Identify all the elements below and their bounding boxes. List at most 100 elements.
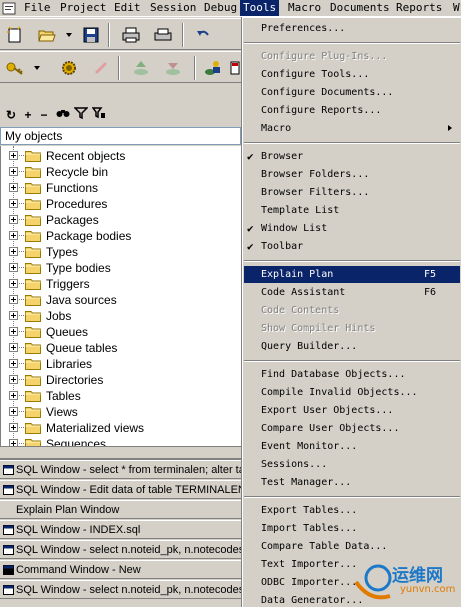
refresh-icon[interactable]: ↻ [4,107,18,123]
menu-item-event-monitor[interactable]: Event Monitor... [244,438,460,455]
menu-item-code-assistant[interactable]: Code Assistant F6 [244,284,460,301]
tree-item[interactable]: Package bodies [1,228,241,244]
menu-item-configure-reports[interactable]: Configure Reports... [244,102,460,119]
menu-item-sessions[interactable]: Sessions... [244,456,460,473]
menu-session[interactable]: Session [147,0,199,16]
menu-w[interactable]: W [450,0,461,16]
menu-item-query-builder[interactable]: Query Builder... [244,338,460,355]
menu-file[interactable]: File [21,0,54,16]
menu-item-find-database-objects[interactable]: Find Database Objects... [244,366,460,383]
expand-icon[interactable] [9,423,18,432]
tree-item[interactable]: Packages [1,212,241,228]
filter-options-icon[interactable] [91,107,106,123]
menu-edit[interactable]: Edit [111,0,144,16]
menu-item-browser[interactable]: ✔ Browser [244,148,460,165]
menu-item-explain-plan[interactable]: Explain Plan F5 [244,266,460,283]
menu-macro[interactable]: Macro [285,0,324,16]
expand-icon[interactable] [9,263,18,272]
window-list-item[interactable]: Command Window - New [0,560,241,579]
expand-icon[interactable] [9,279,18,288]
expand-icon[interactable] [9,391,18,400]
tree-item[interactable]: Views [1,404,241,420]
expand-icon[interactable] [9,183,18,192]
tree-item[interactable]: Libraries [1,356,241,372]
menu-item-browser-folders[interactable]: Browser Folders... [244,166,460,183]
menu-item-export-user-objects[interactable]: Export User Objects... [244,402,460,419]
print-icon[interactable] [120,24,142,46]
expand-icon[interactable] [9,215,18,224]
open-icon[interactable] [36,24,58,46]
expand-icon[interactable] [9,199,18,208]
expand-icon[interactable] [9,359,18,368]
tree-item[interactable]: Materialized views [1,420,241,436]
menu-item-test-manager[interactable]: Test Manager... [244,474,460,491]
tree-item[interactable]: Type bodies [1,260,241,276]
menu-item-label: Show Compiler Hints [261,323,376,334]
menu-item-configure-documents[interactable]: Configure Documents... [244,84,460,101]
expand-icon[interactable] [9,375,18,384]
window-list-item[interactable]: Explain Plan Window [0,500,241,519]
expand-icon[interactable] [9,343,18,352]
menu-item-window-list[interactable]: ✔ Window List [244,220,460,237]
expand-icon[interactable] [9,407,18,416]
menu-separator [244,142,460,144]
menu-reports[interactable]: Reports [393,0,445,16]
menu-item-compare-user-objects[interactable]: Compare User Objects... [244,420,460,437]
expand-icon[interactable] [9,167,18,176]
menu-documents[interactable]: Documents [327,0,393,16]
window-list-item[interactable]: SQL Window - INDEX.sql [0,520,241,539]
menu-item-template-list[interactable]: Template List [244,202,460,219]
menu-item-export-tables[interactable]: Export Tables... [244,502,460,519]
window-list-item[interactable]: SQL Window - select n.noteid_pk, n.notec… [0,580,241,599]
expand-icon[interactable] [9,231,18,240]
expand-icon[interactable] [9,151,18,160]
menu-item-compile-invalid-objects[interactable]: Compile Invalid Objects... [244,384,460,401]
add-icon[interactable]: + [21,107,35,123]
expand-icon[interactable] [9,327,18,336]
window-list-item[interactable]: SQL Window - select n.noteid_pk, n.notec… [0,540,241,559]
menu-item-toolbar[interactable]: ✔ Toolbar [244,238,460,255]
object-filter-select[interactable]: My objects [0,127,241,145]
tree-item[interactable]: Types [1,244,241,260]
tree-item[interactable]: Sequences [1,436,241,446]
menu-item-import-tables[interactable]: Import Tables... [244,520,460,537]
tree-item[interactable]: Queues [1,324,241,340]
tree-item[interactable]: Java sources [1,292,241,308]
tree-item[interactable]: Queue tables [1,340,241,356]
execute-gear-icon[interactable] [58,57,80,79]
database-user-icon[interactable] [202,57,224,79]
tree-item[interactable]: Procedures [1,196,241,212]
find-icon[interactable] [56,107,70,123]
menu-item-configure-tools[interactable]: Configure Tools... [244,66,460,83]
new-icon[interactable] [4,24,26,46]
tree-item[interactable]: Directories [1,372,241,388]
print-setup-icon[interactable] [152,24,174,46]
expand-icon[interactable] [9,295,18,304]
expand-icon[interactable] [9,439,18,446]
remove-icon[interactable]: − [37,107,51,123]
filter-icon[interactable] [73,107,89,123]
expand-icon[interactable] [9,247,18,256]
tree-scrollbar[interactable] [0,446,241,458]
tree-item[interactable]: Recent objects [1,148,241,164]
menu-debug[interactable]: Debug [201,0,240,16]
window-list-item[interactable]: SQL Window - Edit data of table TERMINAL… [0,480,241,499]
menu-item-browser-filters[interactable]: Browser Filters... [244,184,460,201]
tree-item[interactable]: Jobs [1,308,241,324]
tree-item[interactable]: Recycle bin [1,164,241,180]
tree-item[interactable]: Triggers [1,276,241,292]
open-dropdown-icon[interactable] [66,33,72,37]
undo-icon[interactable] [192,24,214,46]
menu-project[interactable]: Project [57,0,109,16]
menu-item-label: Compare User Objects... [261,423,400,434]
menu-tools[interactable]: Tools [240,0,280,16]
save-icon[interactable] [80,24,102,46]
tree-item[interactable]: Tables [1,388,241,404]
menu-item-macro[interactable]: Macro [244,120,460,137]
menu-item-preferences[interactable]: Preferences... [244,20,460,37]
logon-key-icon[interactable] [4,57,26,79]
tree-item[interactable]: Functions [1,180,241,196]
logon-dropdown-icon[interactable] [34,66,40,70]
expand-icon[interactable] [9,311,18,320]
window-list-item[interactable]: SQL Window - select * from terminalen; a… [0,460,241,479]
